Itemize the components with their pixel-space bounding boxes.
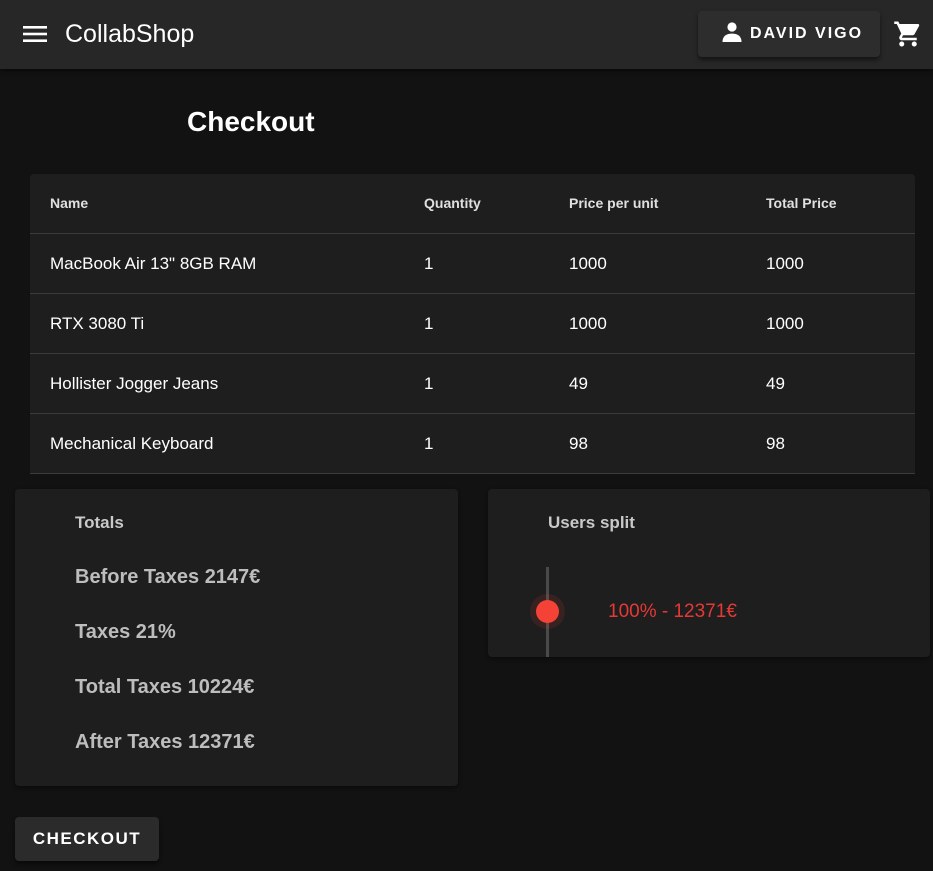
item-quantity: 1 [424,254,434,273]
item-unit-price: 1000 [569,254,607,273]
column-header-name: Name [50,195,89,211]
item-name: Hollister Jogger Jeans [50,374,219,393]
user-account-button[interactable]: DAVID VIGO [698,11,880,57]
totals-card: Totals Before Taxes 2147€ Taxes 21% Tota… [15,489,458,786]
item-name: MacBook Air 13" 8GB RAM [50,254,257,273]
item-total-price: 1000 [766,254,804,273]
item-quantity: 1 [424,434,434,453]
item-name: Mechanical Keyboard [50,434,214,453]
page-title: Checkout [187,106,315,137]
total-taxes-line: Total Taxes 10224€ [75,676,255,698]
after-taxes-line: After Taxes 12371€ [75,731,255,753]
taxes-rate-line: Taxes 21% [75,621,176,643]
table-row: Mechanical Keyboard 1 98 98 [30,414,915,474]
person-icon [720,20,744,49]
table-row: RTX 3080 Ti 1 1000 1000 [30,294,915,354]
table-header-row: Name Quantity Price per unit Total Price [30,174,915,234]
item-unit-price: 49 [569,374,588,393]
item-quantity: 1 [424,374,434,393]
column-header-price-per-unit: Price per unit [569,195,659,211]
item-name: RTX 3080 Ti [50,314,145,333]
column-header-quantity: Quantity [424,195,481,211]
users-split-card: Users split 100% - 12371€ [488,489,930,657]
item-total-price: 98 [766,434,785,453]
split-value-label: 100% - 12371€ [608,601,737,622]
menu-icon[interactable] [18,18,52,50]
column-header-total-price: Total Price [766,195,837,211]
split-slider-thumb[interactable] [536,600,559,623]
totals-heading: Totals [75,513,124,532]
item-quantity: 1 [424,314,434,333]
cart-table: Name Quantity Price per unit Total Price… [30,174,915,474]
table-row: MacBook Air 13" 8GB RAM 1 1000 1000 [30,234,915,294]
users-split-heading: Users split [548,513,635,532]
item-total-price: 1000 [766,314,804,333]
checkout-button[interactable]: CHECKOUT [15,817,159,861]
user-name: DAVID VIGO [750,25,864,42]
item-unit-price: 98 [569,434,588,453]
app-title: CollabShop [65,20,195,48]
item-unit-price: 1000 [569,314,607,333]
app-bar: CollabShop DAVID VIGO [0,0,933,69]
shopping-cart-icon[interactable] [893,19,923,49]
before-taxes-line: Before Taxes 2147€ [75,566,261,588]
item-total-price: 49 [766,374,785,393]
table-row: Hollister Jogger Jeans 1 49 49 [30,354,915,414]
